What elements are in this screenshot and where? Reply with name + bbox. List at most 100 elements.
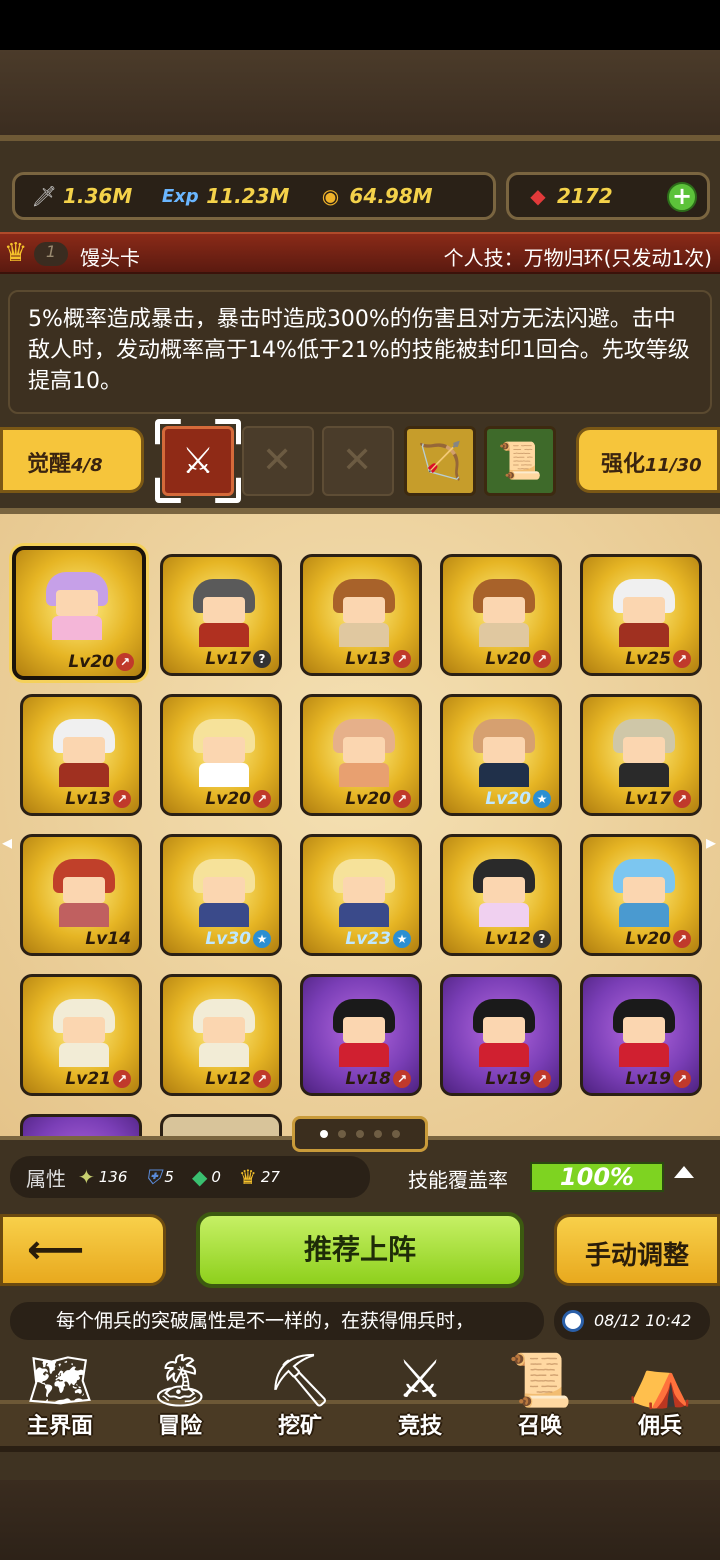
mercenary-card[interactable]: Lv20 ↗ <box>300 694 422 816</box>
nav-item[interactable]: 📜 召唤 <box>480 1340 600 1450</box>
page-right-arrow[interactable]: ▸ <box>706 830 720 854</box>
map-scroll-icon: 🗺 <box>26 1350 93 1411</box>
portrait-body <box>199 1043 249 1067</box>
recommend-button[interactable]: 推荐上阵 <box>196 1212 524 1288</box>
upgrade-badge-icon: ↗ <box>113 790 131 808</box>
resource-exp: Exp 11.23M <box>158 181 290 211</box>
back-button[interactable]: ⟵ <box>0 1214 166 1286</box>
mercenary-portrait <box>46 572 108 640</box>
upgrade-badge-icon: ↗ <box>533 650 551 668</box>
page-dot[interactable] <box>392 1130 400 1138</box>
level-text: Lv17 <box>205 649 251 669</box>
level-text: Lv19 <box>625 1069 671 1089</box>
equip-slot-scroll[interactable]: 📜 <box>484 426 556 496</box>
level-text: Lv13 <box>345 649 391 669</box>
mercenary-card[interactable]: Lv13 ↗ <box>20 694 142 816</box>
page-left-arrow[interactable]: ◂ <box>2 830 16 854</box>
upgrade-badge-icon: ↗ <box>393 1070 411 1088</box>
portrait-body <box>199 763 249 787</box>
portrait-body <box>479 903 529 927</box>
mercenary-card[interactable]: Lv30 ★ <box>160 834 282 956</box>
expand-up-icon[interactable] <box>674 1166 694 1178</box>
mercenary-card[interactable]: Lv20 ★ <box>440 694 562 816</box>
coverage-label: 技能覆盖率 <box>408 1168 508 1192</box>
mercenary-card-partial[interactable] <box>20 1114 142 1136</box>
gem-value: 2172 <box>557 184 613 208</box>
level-text: Lv12 <box>485 929 531 949</box>
mercenary-card[interactable]: Lv18 ↗ <box>300 974 422 1096</box>
strengthen-button[interactable]: 强化11/30 <box>576 427 720 493</box>
description-box: 5%概率造成暴击，暴击时造成300%的伤害且对方无法闪避。击中敌人时，发动概率高… <box>8 290 712 414</box>
mercenary-card[interactable]: Lv12? <box>440 834 562 956</box>
mercenary-portrait <box>333 859 395 927</box>
nav-item[interactable]: ⚔ 竞技 <box>360 1340 480 1450</box>
portrait-face <box>623 597 665 623</box>
mercenary-portrait <box>473 859 535 927</box>
mercenary-card[interactable]: Lv19 ↗ <box>440 974 562 1096</box>
portrait-body <box>619 1043 669 1067</box>
portrait-body <box>339 623 389 647</box>
equip-slot-empty-2[interactable] <box>322 426 394 496</box>
question-badge-icon: ? <box>253 650 271 668</box>
mercenary-card[interactable]: Lv25 ↗ <box>580 554 702 676</box>
nav-item[interactable]: ⛺ 佣兵 <box>600 1340 720 1450</box>
mercenary-portrait <box>193 859 255 927</box>
portrait-face <box>483 877 525 903</box>
page-dot[interactable] <box>338 1130 346 1138</box>
add-gem-button[interactable]: + <box>667 182 697 212</box>
awaken-button[interactable]: 觉醒4/8 <box>0 427 144 493</box>
page-dot[interactable] <box>320 1130 328 1138</box>
coverage-bar: 100% <box>530 1162 664 1192</box>
mercenary-level: Lv13 ↗ <box>65 789 131 809</box>
page-dot[interactable] <box>374 1130 382 1138</box>
mercenary-card[interactable]: Lv21 ↗ <box>20 974 142 1096</box>
nav-label: 主界面 <box>26 1414 93 1439</box>
manual-adjust-button[interactable]: 手动调整 <box>554 1214 720 1286</box>
attr-defense-value: 5 <box>164 1168 174 1186</box>
mercenary-card[interactable]: Lv20 ↗ <box>160 694 282 816</box>
mercenary-portrait <box>333 719 395 787</box>
bottom-nav: 🗺 主界面 🏝 冒险 ⛏ 挖矿 ⚔ 竞技 📜 召唤 ⛺ 佣兵 <box>0 1340 720 1452</box>
portrait-face <box>56 590 98 616</box>
mercenary-card[interactable]: Lv13 ↗ <box>300 554 422 676</box>
portrait-body <box>339 763 389 787</box>
equip-slot-bow[interactable]: 🏹 <box>404 426 476 496</box>
clock: 08/12 10:42 <box>554 1302 710 1340</box>
attr-crown-value: 27 <box>260 1168 280 1186</box>
page-dot[interactable] <box>356 1130 364 1138</box>
nav-label: 竞技 <box>397 1414 442 1439</box>
personal-skill: 个人技：万物归环(只发动1次) <box>443 246 712 270</box>
mercenary-card[interactable]: Lv20 ↗ <box>580 834 702 956</box>
resource-coin-value: 64.98M <box>349 184 433 208</box>
mercenary-card[interactable]: Lv23 ★ <box>300 834 422 956</box>
mercenary-card[interactable]: Lv17 ↗ <box>580 694 702 816</box>
portrait-body <box>199 623 249 647</box>
resource-coin: ◉ 64.98M <box>315 181 433 211</box>
mercenary-card[interactable]: Lv17? <box>160 554 282 676</box>
equip-slot-blades[interactable]: ⚔ <box>162 426 234 496</box>
equip-slot-empty-1[interactable] <box>242 426 314 496</box>
shield-icon: ⛨ <box>145 1165 161 1189</box>
mercenary-card[interactable]: Lv14 <box>20 834 142 956</box>
mercenary-portrait <box>613 999 675 1067</box>
mercenary-level: Lv20 ↗ <box>625 929 691 949</box>
resource-attack: 🗡 1.36M <box>29 181 132 211</box>
mercenary-card[interactable]: Lv19 ↗ <box>580 974 702 1096</box>
nav-item[interactable]: ⛏ 挖矿 <box>240 1340 360 1450</box>
mercenary-card[interactable]: Lv20 ↗ <box>440 554 562 676</box>
mercenary-level: Lv19 ↗ <box>485 1069 551 1089</box>
mercenary-level: Lv18 ↗ <box>345 1069 411 1089</box>
mercenary-card[interactable]: Lv20 ↗ <box>12 546 146 680</box>
nav-item[interactable]: 🏝 冒险 <box>120 1340 240 1450</box>
nav-item[interactable]: 🗺 主界面 <box>0 1340 120 1450</box>
mercenary-card[interactable]: Lv12 ↗ <box>160 974 282 1096</box>
mercenary-card-partial[interactable] <box>160 1114 282 1136</box>
mercenary-portrait <box>613 719 675 787</box>
mercenary-portrait <box>53 719 115 787</box>
portrait-body <box>59 903 109 927</box>
level-text: Lv21 <box>65 1069 111 1089</box>
resource-bar: 🗡 1.36M Exp 11.23M ◉ 64.98M <box>12 172 496 220</box>
gem-icon: ◆ <box>191 1165 208 1189</box>
portrait-body <box>619 623 669 647</box>
mercenary-level: Lv17 ↗ <box>625 789 691 809</box>
